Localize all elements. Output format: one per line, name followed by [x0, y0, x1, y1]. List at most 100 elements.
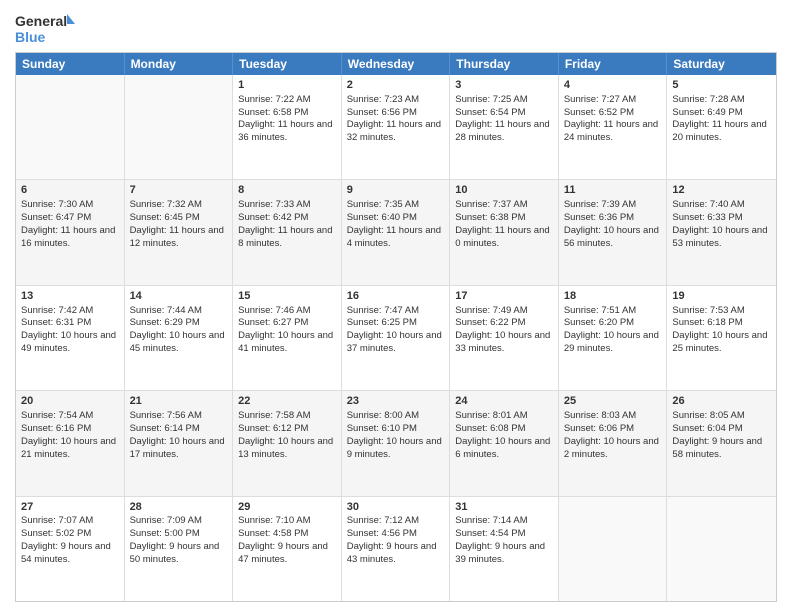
calendar-cell: 12Sunrise: 7:40 AMSunset: 6:33 PMDayligh… [667, 180, 776, 284]
day-number: 17 [455, 289, 553, 304]
sunset: Sunset: 4:56 PM [347, 528, 417, 539]
daylight: Daylight: 10 hours and 33 minutes. [455, 330, 550, 354]
calendar-cell: 8Sunrise: 7:33 AMSunset: 6:42 PMDaylight… [233, 180, 342, 284]
calendar-cell: 16Sunrise: 7:47 AMSunset: 6:25 PMDayligh… [342, 286, 451, 390]
weekday-header: Wednesday [342, 53, 451, 75]
calendar-cell: 26Sunrise: 8:05 AMSunset: 6:04 PMDayligh… [667, 391, 776, 495]
day-number: 10 [455, 183, 553, 198]
logo: General Blue [15, 10, 75, 46]
calendar-row: 20Sunrise: 7:54 AMSunset: 6:16 PMDayligh… [16, 391, 776, 496]
calendar-cell: 4Sunrise: 7:27 AMSunset: 6:52 PMDaylight… [559, 75, 668, 179]
calendar-cell: 11Sunrise: 7:39 AMSunset: 6:36 PMDayligh… [559, 180, 668, 284]
calendar-cell: 2Sunrise: 7:23 AMSunset: 6:56 PMDaylight… [342, 75, 451, 179]
sunset: Sunset: 6:38 PM [455, 212, 525, 223]
calendar-cell: 9Sunrise: 7:35 AMSunset: 6:40 PMDaylight… [342, 180, 451, 284]
calendar-cell: 19Sunrise: 7:53 AMSunset: 6:18 PMDayligh… [667, 286, 776, 390]
weekday-header: Sunday [16, 53, 125, 75]
calendar-cell: 3Sunrise: 7:25 AMSunset: 6:54 PMDaylight… [450, 75, 559, 179]
daylight: Daylight: 10 hours and 37 minutes. [347, 330, 442, 354]
sunset: Sunset: 6:49 PM [672, 107, 742, 118]
sunset: Sunset: 4:58 PM [238, 528, 308, 539]
daylight: Daylight: 10 hours and 6 minutes. [455, 436, 550, 460]
sunrise: Sunrise: 8:05 AM [672, 410, 744, 421]
sunset: Sunset: 6:14 PM [130, 423, 200, 434]
weekday-header: Tuesday [233, 53, 342, 75]
day-number: 29 [238, 500, 336, 515]
sunset: Sunset: 6:31 PM [21, 317, 91, 328]
calendar: SundayMondayTuesdayWednesdayThursdayFrid… [15, 52, 777, 602]
daylight: Daylight: 11 hours and 32 minutes. [347, 119, 441, 143]
daylight: Daylight: 10 hours and 41 minutes. [238, 330, 333, 354]
sunrise: Sunrise: 7:12 AM [347, 515, 419, 526]
day-number: 3 [455, 78, 553, 93]
daylight: Daylight: 11 hours and 16 minutes. [21, 225, 115, 249]
sunrise: Sunrise: 7:40 AM [672, 199, 744, 210]
calendar-cell: 30Sunrise: 7:12 AMSunset: 4:56 PMDayligh… [342, 497, 451, 601]
day-number: 6 [21, 183, 119, 198]
weekday-header: Thursday [450, 53, 559, 75]
day-number: 11 [564, 183, 662, 198]
day-number: 8 [238, 183, 336, 198]
sunrise: Sunrise: 7:37 AM [455, 199, 527, 210]
day-number: 2 [347, 78, 445, 93]
daylight: Daylight: 10 hours and 21 minutes. [21, 436, 116, 460]
sunset: Sunset: 6:25 PM [347, 317, 417, 328]
calendar-cell: 1Sunrise: 7:22 AM Sunset: 6:58 PMDaylight… [233, 75, 342, 179]
daylight: Daylight: 10 hours and 9 minutes. [347, 436, 442, 460]
sunset: Sunset: 6:36 PM [564, 212, 634, 223]
day-number: 30 [347, 500, 445, 515]
logo-svg: General Blue [15, 10, 75, 46]
sunrise: Sunrise: 7:56 AM [130, 410, 202, 421]
calendar-cell: 23Sunrise: 8:00 AMSunset: 6:10 PMDayligh… [342, 391, 451, 495]
daylight: Daylight: 11 hours and 28 minutes. [455, 119, 549, 143]
day-number: 9 [347, 183, 445, 198]
day-number: 28 [130, 500, 228, 515]
day-number: 19 [672, 289, 771, 304]
day-number: 5 [672, 78, 771, 93]
day-number: 31 [455, 500, 553, 515]
day-number: 24 [455, 394, 553, 409]
day-number: 16 [347, 289, 445, 304]
calendar-cell: 13Sunrise: 7:42 AMSunset: 6:31 PMDayligh… [16, 286, 125, 390]
calendar-cell: 14Sunrise: 7:44 AMSunset: 6:29 PMDayligh… [125, 286, 234, 390]
weekday-header: Saturday [667, 53, 776, 75]
sunrise: Sunrise: 7:23 AM [347, 94, 419, 105]
day-number: 26 [672, 394, 771, 409]
daylight: Daylight: 10 hours and 45 minutes. [130, 330, 225, 354]
sunrise: Sunrise: 7:51 AM [564, 305, 636, 316]
sunset: Sunset: 5:00 PM [130, 528, 200, 539]
sunrise: Sunrise: 7:46 AM [238, 305, 310, 316]
sunset: Sunset: 6:33 PM [672, 212, 742, 223]
daylight: Daylight: 10 hours and 17 minutes. [130, 436, 225, 460]
svg-text:General: General [15, 13, 67, 29]
sunset: Sunset: 6:06 PM [564, 423, 634, 434]
sunset: Sunset: 6:40 PM [347, 212, 417, 223]
day-number: 23 [347, 394, 445, 409]
header: General Blue [15, 10, 777, 46]
day-number: 13 [21, 289, 119, 304]
sunrise: Sunrise: 7:22 AM [238, 94, 310, 105]
sunset: Sunset: 6:16 PM [21, 423, 91, 434]
sunset: Sunset: 4:54 PM [455, 528, 525, 539]
day-number: 27 [21, 500, 119, 515]
daylight: Daylight: 11 hours and 36 minutes. [238, 119, 332, 143]
calendar-header: SundayMondayTuesdayWednesdayThursdayFrid… [16, 53, 776, 75]
sunset: Sunset: 6:54 PM [455, 107, 525, 118]
sunset: Sunset: 6:12 PM [238, 423, 308, 434]
daylight: Daylight: 9 hours and 39 minutes. [455, 541, 545, 565]
day-number: 1 [238, 78, 336, 93]
daylight: Daylight: 10 hours and 13 minutes. [238, 436, 333, 460]
daylight: Daylight: 9 hours and 47 minutes. [238, 541, 328, 565]
calendar-cell: 18Sunrise: 7:51 AMSunset: 6:20 PMDayligh… [559, 286, 668, 390]
calendar-cell: 15Sunrise: 7:46 AMSunset: 6:27 PMDayligh… [233, 286, 342, 390]
calendar-cell [559, 497, 668, 601]
sunset: Sunset: 6:42 PM [238, 212, 308, 223]
sunset: Sunset: 6:58 PM [238, 107, 308, 118]
daylight: Daylight: 11 hours and 20 minutes. [672, 119, 766, 143]
day-number: 15 [238, 289, 336, 304]
daylight: Daylight: 11 hours and 12 minutes. [130, 225, 224, 249]
calendar-cell [16, 75, 125, 179]
calendar-cell: 28Sunrise: 7:09 AMSunset: 5:00 PMDayligh… [125, 497, 234, 601]
sunrise: Sunrise: 7:10 AM [238, 515, 310, 526]
day-number: 7 [130, 183, 228, 198]
